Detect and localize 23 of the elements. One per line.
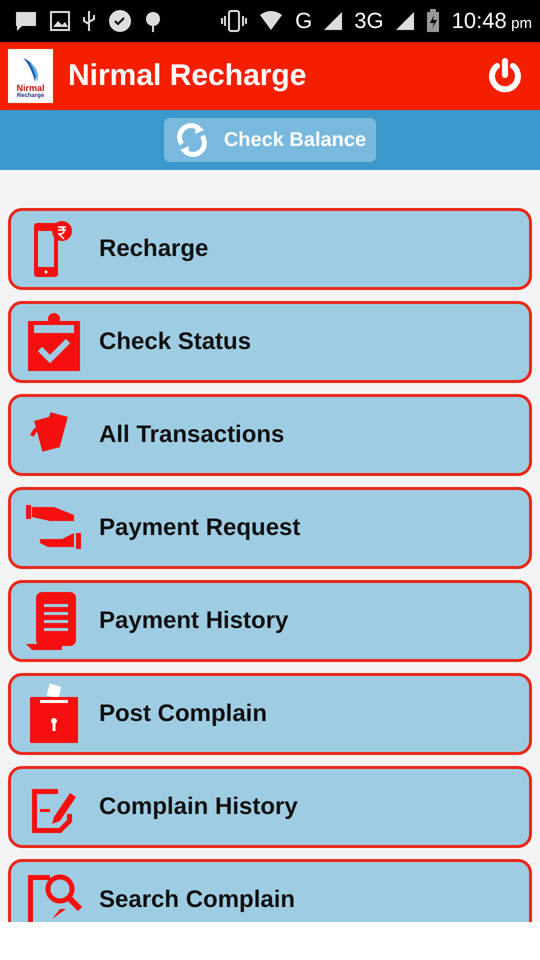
menu-item[interactable]: All Transactions <box>8 394 532 476</box>
signal-icon <box>324 12 342 30</box>
menu-item[interactable]: Search Complain <box>8 859 532 922</box>
signal-icon <box>396 12 414 30</box>
clipboard-check-icon <box>26 311 82 373</box>
menu-item[interactable]: Recharge <box>8 208 532 290</box>
menu-item[interactable]: Payment History <box>8 580 532 662</box>
vibrate-icon <box>221 10 248 32</box>
check-circle-icon <box>108 9 132 33</box>
message-icon <box>14 10 38 32</box>
network-type: G <box>295 8 312 34</box>
wifi-icon <box>259 11 284 31</box>
menu-item[interactable]: Payment Request <box>8 487 532 569</box>
menu-item[interactable]: Check Status <box>8 301 532 383</box>
power-icon[interactable] <box>486 57 524 95</box>
usb-icon <box>82 9 96 33</box>
menu-item[interactable]: Post Complain <box>8 673 532 755</box>
image-icon <box>50 11 70 31</box>
network-type: 3G <box>354 8 384 34</box>
app-title: Nirmal Recharge <box>68 59 308 93</box>
menu-item[interactable]: Complain History <box>8 766 532 848</box>
battery-icon <box>426 9 440 33</box>
clock: 10:48 pm <box>452 8 532 34</box>
